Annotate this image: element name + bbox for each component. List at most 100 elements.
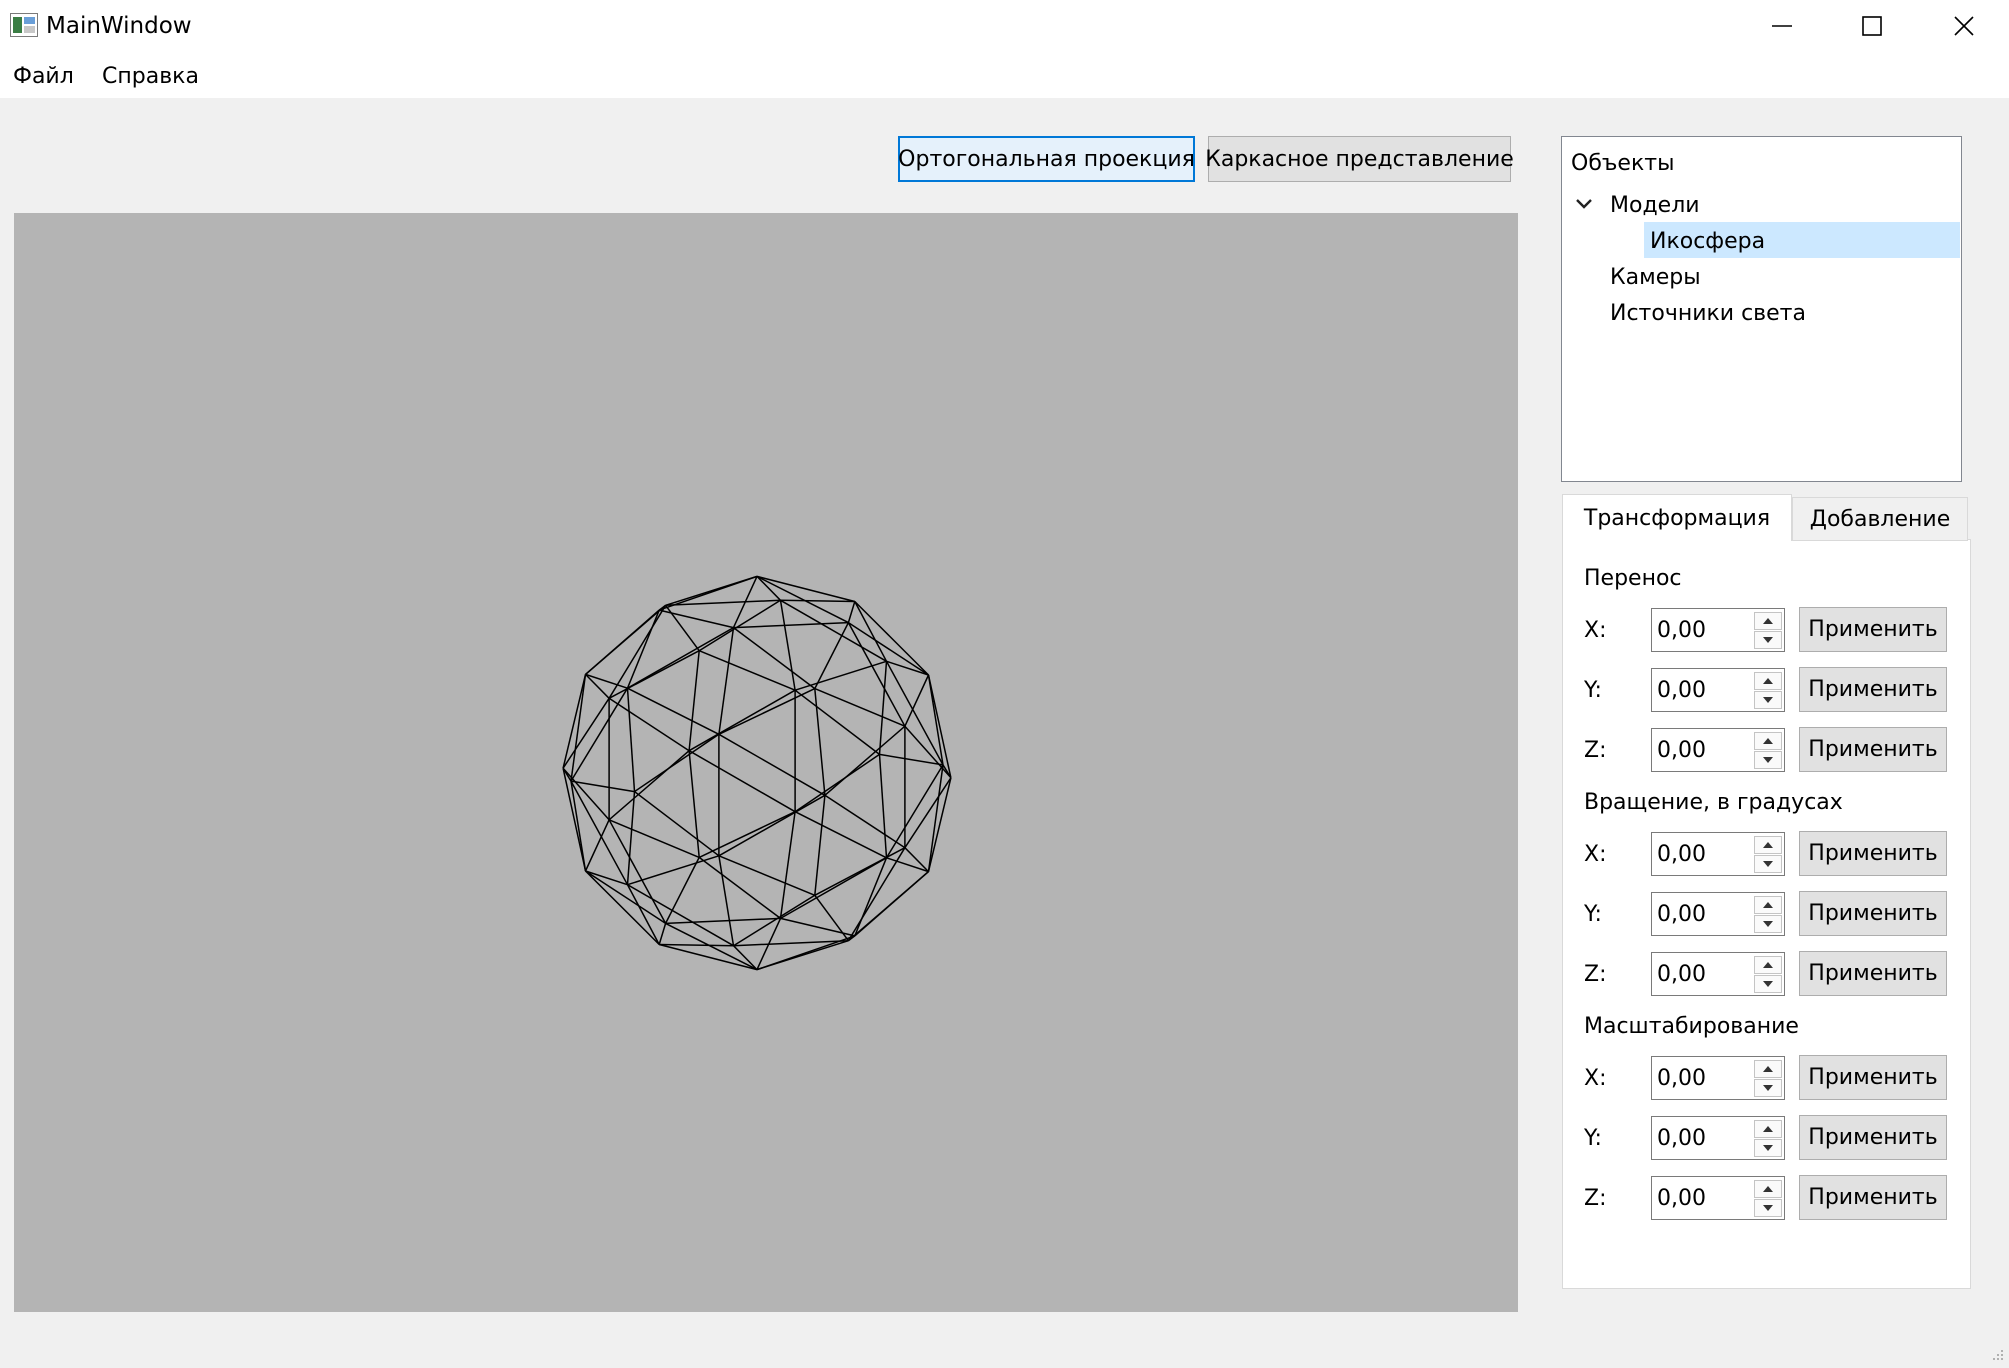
wireframe-edge xyxy=(733,939,849,947)
scaling-y-spinbox[interactable]: 0,00 xyxy=(1651,1116,1785,1160)
scaling-x-spinbox[interactable]: 0,00 xyxy=(1651,1056,1785,1100)
wireframe-edge xyxy=(718,627,735,735)
apply-rotation-y-button[interactable]: Применить xyxy=(1799,891,1947,936)
spin-up-button[interactable] xyxy=(1754,1120,1782,1138)
maximize-button[interactable] xyxy=(1826,0,1918,52)
render-viewport[interactable] xyxy=(14,213,1518,1312)
wireframe-edge xyxy=(854,600,930,676)
spin-up-button[interactable] xyxy=(1754,896,1782,914)
spin-down-button[interactable] xyxy=(1754,1199,1782,1217)
spin-down-button[interactable] xyxy=(1754,1139,1782,1157)
translation-x-value: 0,00 xyxy=(1657,617,1706,643)
spin-down-button[interactable] xyxy=(1754,975,1782,993)
orthographic-projection-button[interactable]: Ортогональная проекция xyxy=(898,136,1195,182)
minimize-button[interactable] xyxy=(1736,0,1828,52)
wireframe-edge xyxy=(664,604,700,652)
apply-scaling-y-button[interactable]: Применить xyxy=(1799,1115,1947,1160)
spin-up-button[interactable] xyxy=(1754,956,1782,974)
spin-up-button[interactable] xyxy=(1754,1060,1782,1078)
wireframe-edge xyxy=(814,847,906,896)
spin-down-button[interactable] xyxy=(1754,1079,1782,1097)
spin-down-arrow-icon xyxy=(1763,697,1773,703)
spin-down-button[interactable] xyxy=(1754,915,1782,933)
rotation-y-label: Y: xyxy=(1584,902,1602,927)
apply-rotation-z-button[interactable]: Применить xyxy=(1799,951,1947,996)
tab-transformation[interactable]: Трансформация xyxy=(1562,494,1792,541)
apply-translation-z-button[interactable]: Применить xyxy=(1799,727,1947,772)
group-translation-title: Перенос xyxy=(1584,566,1682,591)
spin-down-button[interactable] xyxy=(1754,631,1782,649)
apply-scaling-z-button[interactable]: Применить xyxy=(1799,1175,1947,1220)
wireframe-edge xyxy=(608,819,700,859)
menu-file[interactable]: Файл xyxy=(13,64,74,90)
apply-translation-x-button[interactable]: Применить xyxy=(1799,607,1947,652)
rotation-z-value: 0,00 xyxy=(1657,961,1706,987)
wireframe-edge xyxy=(878,754,888,858)
spin-up-button[interactable] xyxy=(1754,836,1782,854)
tab-addition[interactable]: Добавление xyxy=(1792,497,1968,541)
tree-item-cameras[interactable]: Камеры xyxy=(1610,264,1701,292)
wireframe-edge xyxy=(665,575,758,607)
tree-item-icosphere[interactable]: Икосфера xyxy=(1650,228,1765,256)
spin-down-button[interactable] xyxy=(1754,691,1782,709)
scaling-z-spinbox[interactable]: 0,00 xyxy=(1651,1176,1785,1220)
wireframe-edge xyxy=(570,780,635,793)
translation-y-value: 0,00 xyxy=(1657,677,1706,703)
spin-up-arrow-icon xyxy=(1763,1126,1773,1132)
translation-z-value: 0,00 xyxy=(1657,737,1706,763)
translation-z-spinbox[interactable]: 0,00 xyxy=(1651,728,1785,772)
wireframe-edge xyxy=(659,943,758,971)
spin-up-button[interactable] xyxy=(1754,612,1782,630)
rotation-z-spinbox[interactable]: 0,00 xyxy=(1651,952,1785,996)
wireframe-edge xyxy=(756,575,849,624)
spin-up-button[interactable] xyxy=(1754,672,1782,690)
rotation-y-spinbox[interactable]: 0,00 xyxy=(1651,892,1785,936)
rotation-y-value: 0,00 xyxy=(1657,901,1706,927)
menu-help[interactable]: Справка xyxy=(102,64,199,90)
chevron-down-icon[interactable] xyxy=(1574,196,1594,212)
apply-translation-y-button[interactable]: Применить xyxy=(1799,667,1947,712)
wireframe-edge xyxy=(847,601,856,623)
rotation-x-spinbox[interactable]: 0,00 xyxy=(1651,832,1785,876)
wireframe-edge xyxy=(626,688,636,792)
wireframe-edge xyxy=(659,943,734,947)
translation-y-spinbox[interactable]: 0,00 xyxy=(1651,668,1785,712)
minimize-icon xyxy=(1772,25,1792,27)
spin-up-arrow-icon xyxy=(1763,738,1773,744)
spin-up-button[interactable] xyxy=(1754,732,1782,750)
wireframe-edge xyxy=(814,688,826,796)
apply-scaling-x-button[interactable]: Применить xyxy=(1799,1055,1947,1100)
wireframe-edge xyxy=(718,855,816,896)
close-icon xyxy=(1954,16,1974,36)
scaling-z-value: 0,00 xyxy=(1657,1185,1706,1211)
maximize-icon xyxy=(1862,16,1882,36)
wireframe-edge xyxy=(688,689,796,752)
apply-rotation-x-button[interactable]: Применить xyxy=(1799,831,1947,876)
translation-x-spinbox[interactable]: 0,00 xyxy=(1651,608,1785,652)
wireframe-edge xyxy=(562,767,610,821)
spin-up-arrow-icon xyxy=(1763,1186,1773,1192)
wireframe-edge xyxy=(847,622,906,727)
wireframe-edge xyxy=(718,687,816,735)
wireframe-edge xyxy=(733,627,816,690)
spin-down-button[interactable] xyxy=(1754,751,1782,769)
size-grip-icon[interactable] xyxy=(1988,1347,2006,1365)
wireframe-view-button[interactable]: Каркасное представление xyxy=(1205,136,1514,182)
group-rotation-title: Вращение, в градусах xyxy=(1584,790,1843,815)
spin-down-button[interactable] xyxy=(1754,855,1782,873)
tree-item-light-sources[interactable]: Источники света xyxy=(1610,300,1806,328)
tree-item-models[interactable]: Модели xyxy=(1610,192,1700,220)
spin-up-button[interactable] xyxy=(1754,1180,1782,1198)
wireframe-edge xyxy=(698,811,796,859)
icosphere-wireframe xyxy=(562,575,952,971)
tree-root-objects[interactable]: Объекты xyxy=(1571,150,1674,178)
wireframe-edge xyxy=(608,697,690,752)
wireframe-edge xyxy=(794,811,887,859)
wireframe-edge xyxy=(733,621,849,629)
spin-down-arrow-icon xyxy=(1763,757,1773,763)
close-button[interactable] xyxy=(1918,0,2009,52)
rotation-z-label: Z: xyxy=(1584,962,1607,987)
wireframe-edge xyxy=(698,650,796,691)
scaling-z-label: Z: xyxy=(1584,1186,1607,1211)
wireframe-edge xyxy=(688,650,700,751)
